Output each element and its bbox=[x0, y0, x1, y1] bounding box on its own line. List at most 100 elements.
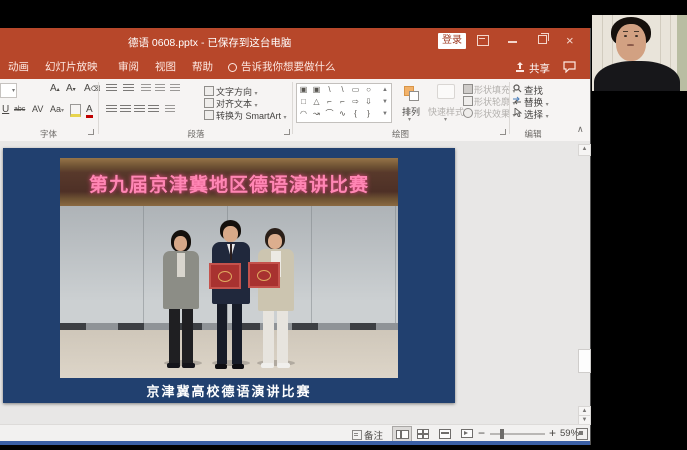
shape-gallery-item[interactable]: ⌐ bbox=[336, 96, 349, 108]
scroll-up-button[interactable]: ▲ bbox=[578, 144, 591, 156]
slide-caption[interactable]: 京津冀高校德语演讲比赛 bbox=[3, 381, 455, 400]
gallery-more-arrow[interactable]: ▼ bbox=[379, 108, 391, 120]
shape-gallery-item[interactable]: △ bbox=[310, 96, 323, 108]
tell-me-box[interactable]: 告诉我你想要做什么 bbox=[241, 59, 336, 76]
shape-gallery-item[interactable]: } bbox=[362, 108, 375, 120]
gallery-up-arrow[interactable]: ▲ bbox=[379, 84, 391, 96]
quick-styles-icon bbox=[437, 84, 455, 99]
shape-gallery-item[interactable]: { bbox=[349, 108, 362, 120]
close-button[interactable]: × bbox=[566, 32, 574, 50]
smartart-icon bbox=[204, 110, 214, 120]
increase-font-size-button[interactable]: A▴ bbox=[50, 83, 60, 94]
banner-text: 第九届京津冀地区德语演讲比赛 bbox=[60, 170, 398, 197]
drawing-group-label: 绘图 bbox=[292, 128, 509, 140]
normal-view-button[interactable] bbox=[392, 426, 412, 442]
strikethrough-button[interactable]: abc bbox=[14, 106, 25, 113]
share-icon bbox=[514, 61, 526, 73]
zoom-out-button[interactable]: − bbox=[478, 426, 485, 440]
notes-button[interactable]: 备注 bbox=[364, 428, 383, 442]
meeting-screen: { "app": { "title": "德语 0608.pptx - 已保存到… bbox=[0, 0, 687, 450]
shape-gallery-item[interactable]: ↝ bbox=[310, 108, 323, 120]
tab-slideshow[interactable]: 幻灯片放映 bbox=[45, 59, 98, 76]
align-center-button[interactable] bbox=[120, 105, 131, 114]
shape-gallery-item[interactable]: ◠ bbox=[297, 108, 310, 120]
shape-gallery-item[interactable]: ▣ bbox=[310, 84, 323, 96]
increase-indent-button[interactable] bbox=[155, 84, 165, 93]
shape-gallery-item[interactable]: ⇨ bbox=[349, 96, 362, 108]
group-divider bbox=[98, 82, 99, 134]
highlight-color-button[interactable] bbox=[70, 104, 81, 117]
shape-gallery-item[interactable]: ▭ bbox=[349, 84, 362, 96]
slide-canvas[interactable]: 第九届京津冀地区德语演讲比赛 bbox=[3, 148, 455, 403]
share-button[interactable]: 共享 bbox=[529, 61, 550, 76]
tab-view[interactable]: 视图 bbox=[155, 59, 176, 76]
slideshow-button[interactable] bbox=[458, 426, 476, 440]
reading-view-button[interactable] bbox=[436, 426, 454, 440]
status-bar: 备注 − + 59% bbox=[0, 424, 590, 442]
align-right-button[interactable] bbox=[134, 105, 145, 114]
zoom-slider[interactable] bbox=[490, 433, 545, 435]
justify-button[interactable] bbox=[148, 105, 159, 114]
restore-button[interactable] bbox=[538, 35, 547, 44]
shape-effects-icon bbox=[463, 108, 473, 118]
comments-icon[interactable] bbox=[563, 61, 576, 73]
shape-gallery-item[interactable]: ⇩ bbox=[362, 96, 375, 108]
ribbon-tab-bar: 动画 幻灯片放映 审阅 视图 帮助 告诉我你想要做什么 共享 bbox=[0, 55, 590, 79]
font-color-button[interactable]: A bbox=[86, 104, 93, 118]
tab-review[interactable]: 审阅 bbox=[118, 59, 139, 76]
collapse-ribbon-button[interactable]: ∧ bbox=[577, 124, 584, 135]
convert-to-smartart-button[interactable]: 转换为 SmartArt ▾ bbox=[216, 109, 287, 122]
select-button[interactable]: 选择 ▾ bbox=[524, 107, 549, 121]
decrease-indent-button[interactable] bbox=[141, 84, 151, 93]
font-dialog-launcher[interactable] bbox=[88, 129, 94, 135]
shape-gallery-item[interactable]: ⌐ bbox=[323, 96, 336, 108]
gallery-down-arrow[interactable]: ▼ bbox=[379, 96, 391, 108]
shape-gallery-item[interactable]: □ bbox=[297, 96, 310, 108]
shape-gallery-item[interactable]: ∿ bbox=[336, 108, 349, 120]
line-spacing-button[interactable] bbox=[170, 84, 180, 93]
arrange-icon-overlay bbox=[409, 91, 419, 101]
shape-gallery-item[interactable]: ⌒ bbox=[323, 108, 336, 120]
shape-gallery-item[interactable]: \ bbox=[323, 84, 336, 96]
paragraph-group-label: 段落 bbox=[100, 128, 292, 140]
photo-baseboard bbox=[60, 323, 398, 330]
drawing-dialog-launcher[interactable] bbox=[500, 129, 506, 135]
paragraph-dialog-launcher[interactable] bbox=[284, 129, 290, 135]
minimize-button[interactable] bbox=[508, 41, 517, 43]
zoom-in-button[interactable]: + bbox=[549, 426, 556, 440]
zoom-slider-thumb[interactable] bbox=[500, 429, 504, 439]
ribbon-display-options-icon[interactable] bbox=[477, 35, 489, 46]
shape-gallery-item[interactable]: \ bbox=[336, 84, 349, 96]
replace-icon bbox=[512, 96, 522, 105]
select-icon bbox=[514, 108, 522, 117]
change-case-button[interactable]: Aa▾ bbox=[50, 104, 64, 114]
font-size-combo[interactable]: ▾ bbox=[0, 83, 17, 98]
fit-to-window-button[interactable] bbox=[576, 428, 588, 440]
tab-help[interactable]: 帮助 bbox=[192, 59, 213, 76]
slide-sorter-button[interactable] bbox=[414, 426, 432, 440]
quick-styles-dropdown-arrow: ▾ bbox=[444, 116, 447, 123]
bullets-button[interactable] bbox=[106, 84, 117, 93]
tab-animations[interactable]: 动画 bbox=[8, 59, 29, 76]
certificate-right bbox=[248, 262, 280, 288]
shapes-gallery[interactable]: ▣▣\\▭○□△⌐⌐⇨⇩◠↝⌒∿{} bbox=[296, 83, 381, 123]
person-torso bbox=[594, 61, 680, 91]
shape-gallery-item[interactable]: ▣ bbox=[297, 84, 310, 96]
character-spacing-button[interactable]: AV bbox=[32, 104, 43, 114]
underline-button[interactable]: U bbox=[2, 104, 9, 115]
columns-button[interactable] bbox=[165, 105, 175, 114]
font-group-label: 字体 bbox=[0, 128, 97, 140]
ribbon: ▾ A▴ A▾ A⌫ U abc AV Aa▾ A 字体 文字方向 ▾ 对齐文本… bbox=[0, 79, 590, 142]
align-left-button[interactable] bbox=[106, 105, 117, 114]
title-bar: 德语 0608.pptx - 已保存到这台电脑 登录 × bbox=[0, 28, 590, 55]
shape-fill-icon bbox=[463, 84, 473, 94]
text-direction-icon bbox=[204, 86, 214, 96]
window-bottom-edge bbox=[0, 441, 590, 445]
sign-in-button[interactable]: 登录 bbox=[438, 33, 466, 49]
numbering-button[interactable] bbox=[123, 84, 134, 93]
shapes-gallery-scroll[interactable]: ▲ ▼ ▼ bbox=[379, 83, 392, 123]
scrollbar-thumb[interactable] bbox=[578, 349, 591, 373]
decrease-font-size-button[interactable]: A▾ bbox=[66, 83, 76, 94]
shape-outline-icon bbox=[463, 96, 473, 106]
shape-gallery-item[interactable]: ○ bbox=[362, 84, 375, 96]
